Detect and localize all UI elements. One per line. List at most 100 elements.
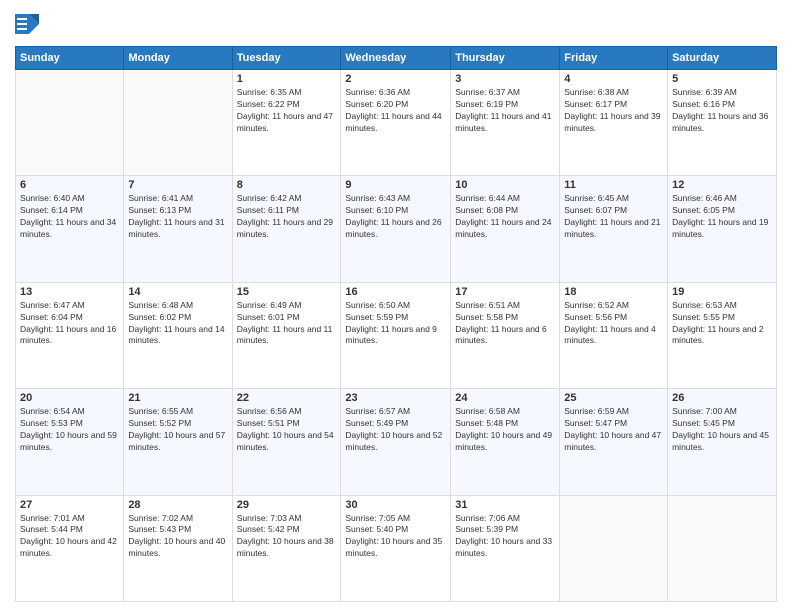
calendar-week-row: 27 Sunrise: 7:01 AM Sunset: 5:44 PM Dayl…: [16, 495, 777, 601]
daylight-text: Daylight: 10 hours and 54 minutes.: [237, 430, 334, 452]
sunset-text: Sunset: 5:51 PM: [237, 418, 300, 428]
calendar-day-cell: [560, 495, 668, 601]
daylight-text: Daylight: 11 hours and 34 minutes.: [20, 217, 116, 239]
day-number: 6: [20, 179, 119, 191]
day-info: Sunrise: 6:57 AM Sunset: 5:49 PM Dayligh…: [345, 406, 446, 454]
day-info: Sunrise: 6:54 AM Sunset: 5:53 PM Dayligh…: [20, 406, 119, 454]
sunrise-text: Sunrise: 6:40 AM: [20, 193, 85, 203]
calendar-day-cell: 8 Sunrise: 6:42 AM Sunset: 6:11 PM Dayli…: [232, 176, 341, 282]
daylight-text: Daylight: 10 hours and 52 minutes.: [345, 430, 442, 452]
calendar-day-cell: 20 Sunrise: 6:54 AM Sunset: 5:53 PM Dayl…: [16, 389, 124, 495]
calendar-day-cell: 14 Sunrise: 6:48 AM Sunset: 6:02 PM Dayl…: [124, 282, 232, 388]
sunset-text: Sunset: 5:43 PM: [128, 524, 191, 534]
sunrise-text: Sunrise: 6:35 AM: [237, 87, 302, 97]
day-number: 29: [237, 499, 337, 511]
day-info: Sunrise: 6:46 AM Sunset: 6:05 PM Dayligh…: [672, 193, 772, 241]
sunset-text: Sunset: 5:40 PM: [345, 524, 408, 534]
day-number: 25: [564, 392, 663, 404]
sunrise-text: Sunrise: 7:03 AM: [237, 513, 302, 523]
day-info: Sunrise: 6:42 AM Sunset: 6:11 PM Dayligh…: [237, 193, 337, 241]
daylight-text: Daylight: 11 hours and 26 minutes.: [345, 217, 441, 239]
day-number: 19: [672, 286, 772, 298]
calendar-day-cell: 1 Sunrise: 6:35 AM Sunset: 6:22 PM Dayli…: [232, 70, 341, 176]
sunset-text: Sunset: 5:45 PM: [672, 418, 735, 428]
calendar-day-cell: 18 Sunrise: 6:52 AM Sunset: 5:56 PM Dayl…: [560, 282, 668, 388]
sunrise-text: Sunrise: 6:56 AM: [237, 406, 302, 416]
sunrise-text: Sunrise: 6:43 AM: [345, 193, 410, 203]
sunrise-text: Sunrise: 6:47 AM: [20, 300, 85, 310]
logo-icon: [15, 10, 39, 38]
day-number: 12: [672, 179, 772, 191]
sunrise-text: Sunrise: 6:58 AM: [455, 406, 520, 416]
calendar-day-cell: 27 Sunrise: 7:01 AM Sunset: 5:44 PM Dayl…: [16, 495, 124, 601]
day-info: Sunrise: 6:39 AM Sunset: 6:16 PM Dayligh…: [672, 87, 772, 135]
day-info: Sunrise: 6:43 AM Sunset: 6:10 PM Dayligh…: [345, 193, 446, 241]
calendar-day-cell: 22 Sunrise: 6:56 AM Sunset: 5:51 PM Dayl…: [232, 389, 341, 495]
day-number: 8: [237, 179, 337, 191]
sunset-text: Sunset: 6:08 PM: [455, 205, 518, 215]
sunset-text: Sunset: 6:20 PM: [345, 99, 408, 109]
day-info: Sunrise: 6:48 AM Sunset: 6:02 PM Dayligh…: [128, 300, 227, 348]
sunrise-text: Sunrise: 6:49 AM: [237, 300, 302, 310]
sunset-text: Sunset: 5:48 PM: [455, 418, 518, 428]
daylight-text: Daylight: 10 hours and 33 minutes.: [455, 536, 552, 558]
sunrise-text: Sunrise: 7:01 AM: [20, 513, 85, 523]
day-info: Sunrise: 6:55 AM Sunset: 5:52 PM Dayligh…: [128, 406, 227, 454]
daylight-text: Daylight: 11 hours and 31 minutes.: [128, 217, 224, 239]
page: SundayMondayTuesdayWednesdayThursdayFrid…: [0, 0, 792, 612]
sunrise-text: Sunrise: 7:05 AM: [345, 513, 410, 523]
sunrise-text: Sunrise: 6:53 AM: [672, 300, 737, 310]
day-info: Sunrise: 7:00 AM Sunset: 5:45 PM Dayligh…: [672, 406, 772, 454]
sunrise-text: Sunrise: 7:00 AM: [672, 406, 737, 416]
sunrise-text: Sunrise: 6:48 AM: [128, 300, 193, 310]
sunrise-text: Sunrise: 6:59 AM: [564, 406, 629, 416]
daylight-text: Daylight: 11 hours and 19 minutes.: [672, 217, 768, 239]
sunrise-text: Sunrise: 7:06 AM: [455, 513, 520, 523]
calendar-day-cell: 30 Sunrise: 7:05 AM Sunset: 5:40 PM Dayl…: [341, 495, 451, 601]
day-number: 17: [455, 286, 555, 298]
calendar-week-row: 13 Sunrise: 6:47 AM Sunset: 6:04 PM Dayl…: [16, 282, 777, 388]
day-number: 27: [20, 499, 119, 511]
day-info: Sunrise: 6:45 AM Sunset: 6:07 PM Dayligh…: [564, 193, 663, 241]
weekday-header: Wednesday: [341, 47, 451, 70]
calendar-day-cell: 15 Sunrise: 6:49 AM Sunset: 6:01 PM Dayl…: [232, 282, 341, 388]
sunset-text: Sunset: 6:02 PM: [128, 312, 191, 322]
day-number: 24: [455, 392, 555, 404]
day-info: Sunrise: 6:49 AM Sunset: 6:01 PM Dayligh…: [237, 300, 337, 348]
daylight-text: Daylight: 11 hours and 41 minutes.: [455, 111, 551, 133]
logo: [15, 10, 45, 38]
day-number: 23: [345, 392, 446, 404]
calendar-header-row: SundayMondayTuesdayWednesdayThursdayFrid…: [16, 47, 777, 70]
calendar-day-cell: 19 Sunrise: 6:53 AM Sunset: 5:55 PM Dayl…: [668, 282, 777, 388]
day-info: Sunrise: 6:35 AM Sunset: 6:22 PM Dayligh…: [237, 87, 337, 135]
day-number: 7: [128, 179, 227, 191]
sunset-text: Sunset: 6:01 PM: [237, 312, 300, 322]
weekday-header: Sunday: [16, 47, 124, 70]
calendar-day-cell: [124, 70, 232, 176]
day-number: 16: [345, 286, 446, 298]
calendar-day-cell: 13 Sunrise: 6:47 AM Sunset: 6:04 PM Dayl…: [16, 282, 124, 388]
day-info: Sunrise: 6:56 AM Sunset: 5:51 PM Dayligh…: [237, 406, 337, 454]
daylight-text: Daylight: 10 hours and 40 minutes.: [128, 536, 225, 558]
sunset-text: Sunset: 5:53 PM: [20, 418, 83, 428]
sunset-text: Sunset: 5:39 PM: [455, 524, 518, 534]
sunrise-text: Sunrise: 6:50 AM: [345, 300, 410, 310]
calendar-day-cell: 29 Sunrise: 7:03 AM Sunset: 5:42 PM Dayl…: [232, 495, 341, 601]
calendar-day-cell: [16, 70, 124, 176]
daylight-text: Daylight: 11 hours and 6 minutes.: [455, 324, 547, 346]
sunset-text: Sunset: 6:13 PM: [128, 205, 191, 215]
day-info: Sunrise: 6:52 AM Sunset: 5:56 PM Dayligh…: [564, 300, 663, 348]
calendar-day-cell: 12 Sunrise: 6:46 AM Sunset: 6:05 PM Dayl…: [668, 176, 777, 282]
sunrise-text: Sunrise: 7:02 AM: [128, 513, 193, 523]
daylight-text: Daylight: 11 hours and 9 minutes.: [345, 324, 437, 346]
header: [15, 10, 777, 38]
day-info: Sunrise: 7:01 AM Sunset: 5:44 PM Dayligh…: [20, 513, 119, 561]
calendar-day-cell: 16 Sunrise: 6:50 AM Sunset: 5:59 PM Dayl…: [341, 282, 451, 388]
calendar-day-cell: 23 Sunrise: 6:57 AM Sunset: 5:49 PM Dayl…: [341, 389, 451, 495]
calendar-table: SundayMondayTuesdayWednesdayThursdayFrid…: [15, 46, 777, 602]
sunrise-text: Sunrise: 6:55 AM: [128, 406, 193, 416]
sunset-text: Sunset: 6:22 PM: [237, 99, 300, 109]
day-number: 31: [455, 499, 555, 511]
day-number: 4: [564, 73, 663, 85]
sunrise-text: Sunrise: 6:38 AM: [564, 87, 629, 97]
